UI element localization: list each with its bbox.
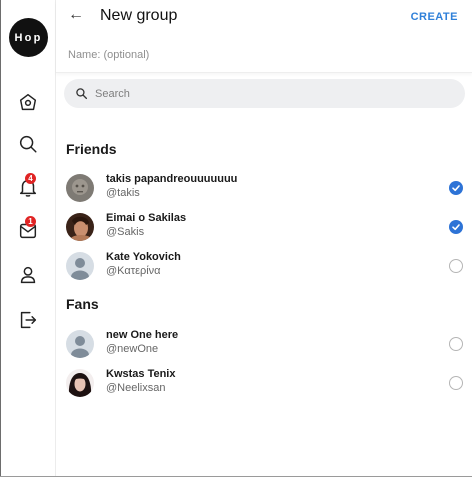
select-checkbox[interactable] xyxy=(449,220,463,234)
nav-notifications[interactable]: 4 xyxy=(15,173,41,202)
fan-name: new One here xyxy=(106,329,179,341)
nav-profile[interactable] xyxy=(15,264,41,290)
select-checkbox[interactable] xyxy=(449,181,463,195)
page-title: New group xyxy=(100,7,178,24)
notification-badge: 4 xyxy=(25,173,36,184)
main-panel: ← New group CREATE Friends takis papandr… xyxy=(56,0,472,476)
search-bar[interactable] xyxy=(64,79,465,108)
app-logo[interactable]: Hop xyxy=(9,18,48,57)
select-checkbox[interactable] xyxy=(449,259,463,273)
friend-handle: @Κατερίνα xyxy=(106,265,161,277)
friend-name: takis papandreouuuuuuu xyxy=(106,173,238,185)
search-input[interactable] xyxy=(95,85,445,102)
friend-row[interactable]: Kate Yokovich @Κατερίνα xyxy=(56,248,472,284)
fan-row[interactable]: Kwstas Tenix @Neelixsan xyxy=(56,365,472,401)
fan-row[interactable]: new One here @newOne xyxy=(56,326,472,362)
header: ← New group CREATE xyxy=(56,0,472,73)
checkmark-icon xyxy=(452,185,460,192)
fan-name: Kwstas Tenix xyxy=(106,368,176,380)
create-button[interactable]: CREATE xyxy=(411,11,458,23)
nav-logout[interactable] xyxy=(15,309,41,335)
friend-row[interactable]: Eimai o Sakilas @Sakis xyxy=(56,209,472,245)
sidebar: Hop 4 1 xyxy=(1,0,56,476)
nav-search[interactable] xyxy=(15,133,41,159)
group-name-input[interactable] xyxy=(68,46,448,64)
avatar xyxy=(66,213,94,241)
default-avatar-icon xyxy=(66,330,94,358)
avatar xyxy=(66,369,94,397)
select-checkbox[interactable] xyxy=(449,337,463,351)
user-icon xyxy=(17,264,39,291)
default-avatar-icon xyxy=(66,252,94,280)
nav-home[interactable] xyxy=(15,91,41,117)
friends-heading: Friends xyxy=(66,141,117,157)
nav-messages[interactable]: 1 xyxy=(15,216,41,245)
fan-handle: @newOne xyxy=(106,343,159,355)
friend-name: Eimai o Sakilas xyxy=(106,212,187,224)
friend-handle: @Sakis xyxy=(106,226,145,238)
logout-icon xyxy=(17,309,39,336)
fans-heading: Fans xyxy=(66,296,99,312)
fan-handle: @Neelixsan xyxy=(106,382,166,394)
message-badge: 1 xyxy=(25,216,36,227)
home-icon xyxy=(17,91,39,118)
friend-row[interactable]: takis papandreouuuuuuu @takis xyxy=(56,170,472,206)
avatar xyxy=(66,174,94,202)
select-checkbox[interactable] xyxy=(449,376,463,390)
search-icon xyxy=(17,133,39,160)
friend-handle: @takis xyxy=(106,187,140,199)
search-icon xyxy=(76,88,88,100)
back-arrow-icon[interactable]: ← xyxy=(68,6,84,24)
friend-name: Kate Yokovich xyxy=(106,251,181,263)
checkmark-icon xyxy=(452,224,460,231)
